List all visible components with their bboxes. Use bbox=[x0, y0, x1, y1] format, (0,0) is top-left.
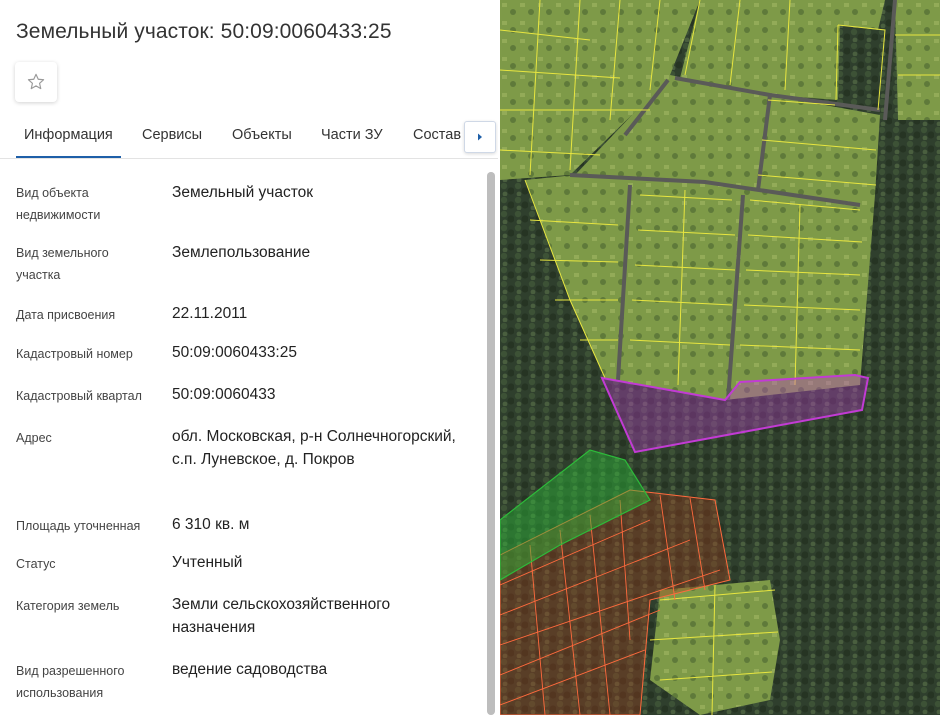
property-label: Категория земель bbox=[16, 599, 120, 613]
tabs-next-button[interactable] bbox=[464, 121, 496, 153]
property-value: Земли сельскохозяйственного назначения bbox=[172, 596, 391, 636]
property-value: 22.11.2011 bbox=[172, 305, 248, 322]
property-value: Земельный участок bbox=[172, 184, 314, 201]
property-value: Учтенный bbox=[172, 554, 243, 571]
map-view[interactable] bbox=[500, 0, 940, 715]
tabs-bar: Информация Сервисы Объекты Части ЗУ Сост… bbox=[0, 113, 498, 159]
tab-information[interactable]: Информация bbox=[16, 113, 121, 158]
tab-composition[interactable]: Состав bbox=[413, 113, 461, 156]
property-label: Адрес bbox=[16, 431, 52, 445]
star-outline-icon bbox=[27, 73, 45, 90]
info-panel: Земельный участок: 50:09:0060433:25 Инфо… bbox=[0, 0, 498, 715]
chevron-right-icon bbox=[478, 133, 482, 141]
property-value: 50:09:0060433 bbox=[172, 386, 276, 403]
garden-area-far-right bbox=[895, 0, 940, 120]
property-value: обл. Московская, р-н Солнечногорский, с.… bbox=[172, 428, 456, 468]
property-value: ведение садоводства bbox=[172, 661, 328, 678]
scrollbar[interactable] bbox=[487, 172, 495, 715]
property-value: 50:09:0060433:25 bbox=[172, 344, 297, 361]
tab-objects[interactable]: Объекты bbox=[232, 113, 292, 156]
property-label: Вид объекта недвижимости bbox=[16, 186, 101, 222]
property-value: Землепользование bbox=[172, 244, 311, 261]
tab-parcel-parts[interactable]: Части ЗУ bbox=[321, 113, 383, 156]
favorite-button[interactable] bbox=[15, 62, 57, 102]
scrollbar-thumb[interactable] bbox=[487, 172, 495, 715]
property-label: Вид разрешенного использования bbox=[16, 664, 125, 700]
satellite-map[interactable] bbox=[500, 0, 940, 715]
property-label: Площадь уточненная bbox=[16, 519, 141, 533]
property-label: Кадастровый квартал bbox=[16, 389, 142, 403]
page-title: Земельный участок: 50:09:0060433:25 bbox=[16, 20, 392, 43]
tab-services[interactable]: Сервисы bbox=[142, 113, 202, 156]
property-label: Статус bbox=[16, 557, 56, 571]
property-value: 6 310 кв. м bbox=[172, 516, 250, 533]
property-label: Вид земельного участка bbox=[16, 246, 109, 282]
property-label: Кадастровый номер bbox=[16, 347, 133, 361]
property-label: Дата присвоения bbox=[16, 308, 116, 322]
